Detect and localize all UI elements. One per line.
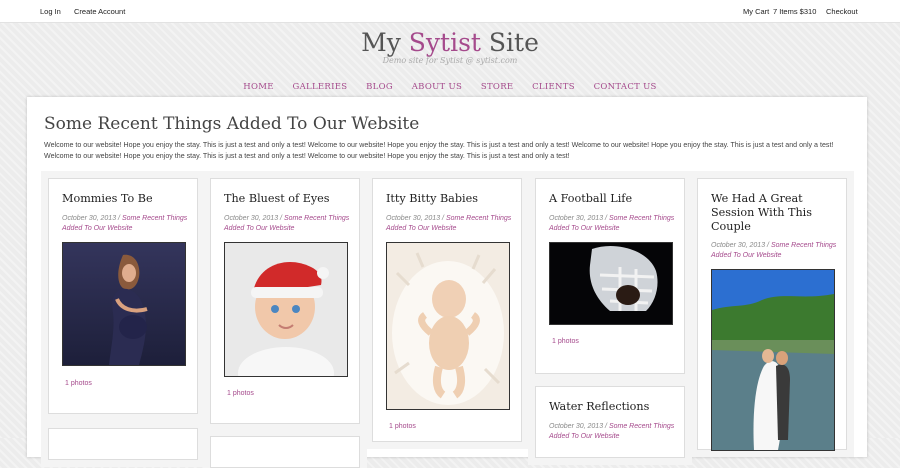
card-title[interactable]: The Bluest of Eyes [224,192,330,206]
welcome-text: Welcome to our website! Hope you enjoy t… [44,141,834,160]
gallery-card: Mommies To Be October 30, 2013 / Some Re… [41,171,205,421]
card-title[interactable]: Water Reflections [549,400,649,414]
card-date: October 30, 2013 [549,423,604,430]
page-heading: Some Recent Things Added To Our Website [44,114,420,134]
gallery-card: A Football Life October 30, 2013 / Some … [528,171,692,381]
gallery-card-partial [41,421,205,467]
nav-about-us[interactable]: ABOUT US [412,82,462,92]
card-title[interactable]: We Had A Great Session With This Couple [711,192,835,234]
gallery-card: Itty Bitty Babies October 30, 2013 / Som… [365,171,529,449]
football-helmet-photo[interactable] [549,242,673,325]
photo-count[interactable]: 1 photos [552,338,579,345]
card-meta: October 30, 2013 / Some Recent Things Ad… [62,215,188,232]
site-title-suffix: Site [480,28,539,57]
checkout-link[interactable]: Checkout [826,7,858,16]
card-title[interactable]: A Football Life [549,192,632,206]
wedding-couple-photo[interactable] [711,269,835,451]
card-meta: October 30, 2013 / Some Recent Things Ad… [711,242,837,259]
nav-galleries[interactable]: GALLERIES [293,82,348,92]
site-title-prefix: My [361,28,409,57]
nav-blog[interactable]: BLOG [366,82,393,92]
card-title[interactable]: Mommies To Be [62,192,153,206]
photo-count[interactable]: 1 photos [227,390,254,397]
photo-count[interactable]: 1 photos [65,380,92,387]
card-date: October 30, 2013 [224,215,279,222]
nav-home[interactable]: HOME [243,82,274,92]
card-title[interactable]: Itty Bitty Babies [386,192,478,206]
gallery-card: The Bluest of Eyes October 30, 2013 / So… [203,171,367,431]
gallery-card: Water Reflections October 30, 2013 / Som… [528,379,692,465]
card-meta: October 30, 2013 / Some Recent Things Ad… [224,215,350,232]
site-brand: My Sytist Site Demo site for Sytist @ sy… [0,26,900,65]
cart-summary[interactable]: 7 Items $310 [773,7,816,16]
create-account-link[interactable]: Create Account [74,7,125,16]
login-link[interactable]: Log In [40,7,61,16]
main-nav: HOME GALLERIES BLOG ABOUT US STORE CLIEN… [0,82,900,92]
newborn-feathers-photo[interactable] [386,242,510,410]
my-cart-link[interactable]: My Cart [743,7,769,16]
card-date: October 30, 2013 [711,242,766,249]
gallery-card: We Had A Great Session With This Couple … [690,171,854,457]
card-date: October 30, 2013 [549,215,604,222]
nav-clients[interactable]: CLIENTS [532,82,575,92]
maternity-photo[interactable] [62,242,186,366]
card-meta: October 30, 2013 / Some Recent Things Ad… [549,423,675,440]
photo-count[interactable]: 1 photos [389,423,416,430]
site-title[interactable]: My Sytist Site [0,26,900,60]
card-meta: October 30, 2013 / Some Recent Things Ad… [549,215,675,232]
nav-contact-us[interactable]: CONTACT US [594,82,657,92]
top-bar: Log In Create Account My Cart 7 Items $3… [0,0,900,23]
card-meta: October 30, 2013 / Some Recent Things Ad… [386,215,512,232]
gallery-card-partial [203,429,367,468]
nav-store[interactable]: STORE [481,82,514,92]
site-title-accent: Sytist [408,28,481,57]
site-tagline: Demo site for Sytist @ sytist.com [382,56,518,65]
card-date: October 30, 2013 [62,215,117,222]
baby-santa-hat-photo[interactable] [224,242,348,399]
card-date: October 30, 2013 [386,215,441,222]
